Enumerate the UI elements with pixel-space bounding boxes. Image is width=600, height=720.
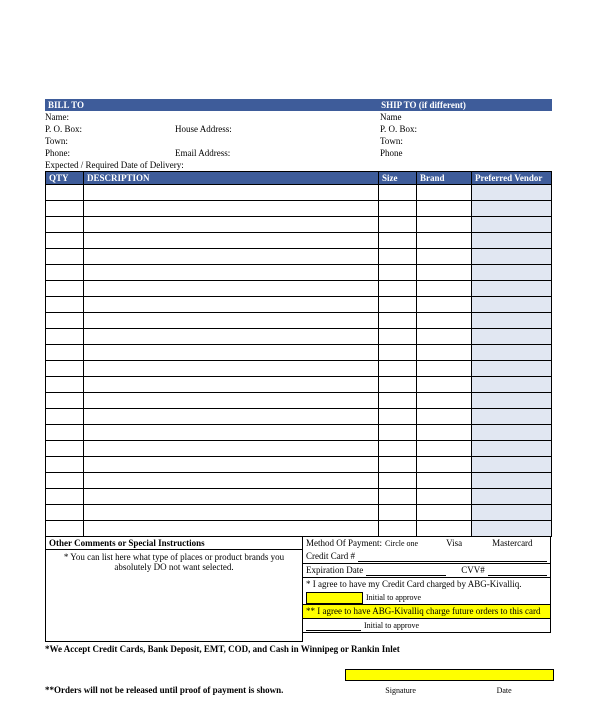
delivery-label: Expected / Required Date of Delivery: — [45, 159, 552, 171]
table-row[interactable] — [46, 361, 552, 377]
table-row[interactable] — [46, 281, 552, 297]
table-row[interactable] — [46, 265, 552, 281]
col-vendor: Preferred Vendor — [472, 172, 552, 185]
col-brand: Brand — [417, 172, 472, 185]
comments-box[interactable]: * You can list here what type of places … — [45, 549, 303, 642]
comments-text: * You can list here what type of places … — [64, 552, 284, 572]
date-label: Date — [497, 686, 512, 695]
billto-house: House Address: — [175, 123, 380, 135]
shipto-town: Town: — [380, 135, 552, 147]
exp-field[interactable] — [366, 565, 446, 576]
cc-field[interactable] — [358, 551, 547, 562]
table-row[interactable] — [46, 345, 552, 361]
table-row[interactable] — [46, 377, 552, 393]
table-row[interactable] — [46, 233, 552, 249]
cvv-field[interactable] — [488, 565, 547, 576]
table-row[interactable] — [46, 217, 552, 233]
table-header-row: QTY DESCRIPTION Size Brand Preferred Ven… — [46, 172, 552, 185]
items-table: QTY DESCRIPTION Size Brand Preferred Ven… — [45, 171, 552, 537]
table-row[interactable] — [46, 441, 552, 457]
billto-town: Town: — [45, 135, 380, 147]
table-row[interactable] — [46, 473, 552, 489]
table-row[interactable] — [46, 457, 552, 473]
shipto-po: P. O. Box: — [380, 123, 552, 135]
table-row[interactable] — [46, 249, 552, 265]
table-row[interactable] — [46, 409, 552, 425]
signature-field[interactable] — [345, 669, 554, 681]
billto-phone: Phone: — [45, 147, 175, 159]
table-row[interactable] — [46, 425, 552, 441]
billto-po: P. O. Box: — [45, 123, 175, 135]
table-row[interactable] — [46, 329, 552, 345]
billto-email: Email Address: — [175, 147, 380, 159]
agree1: * I agree to have my Credit Card charged… — [306, 578, 522, 591]
agree2: ** I agree to have ABG-Kivalliq charge f… — [306, 605, 541, 618]
payment-method-label: Method Of Payment: — [306, 537, 382, 550]
payment-circle: Circle one — [385, 537, 418, 550]
cc-label: Credit Card # — [306, 550, 355, 563]
initial1-label: Initial to approve — [366, 591, 421, 604]
table-row[interactable] — [46, 201, 552, 217]
col-size: Size — [379, 172, 417, 185]
table-row[interactable] — [46, 505, 552, 521]
payment-mastercard[interactable]: Mastercard — [492, 537, 532, 550]
exp-label: Expiration Date — [306, 564, 363, 577]
signature-label: Signature — [385, 686, 416, 695]
billto-name: Name: — [45, 111, 380, 123]
initial2-field[interactable] — [306, 620, 361, 631]
release-note: **Orders will not be released until proo… — [45, 685, 345, 695]
table-row[interactable] — [46, 393, 552, 409]
shipto-name: Name — [380, 111, 552, 123]
table-row[interactable] — [46, 313, 552, 329]
cvv-label: CVV# — [461, 564, 485, 577]
payment-visa[interactable]: Visa — [446, 537, 462, 550]
comments-title: Other Comments or Special Instructions — [45, 536, 303, 549]
col-desc: DESCRIPTION — [84, 172, 379, 185]
accept-note: *We Accept Credit Cards, Bank Deposit, E… — [45, 644, 552, 654]
col-qty: QTY — [46, 172, 84, 185]
table-row[interactable] — [46, 185, 552, 201]
address-headers: BILL TO SHIP TO (if different) — [45, 99, 552, 111]
initial2-label: Initial to approve — [364, 619, 419, 632]
table-row[interactable] — [46, 521, 552, 537]
shipto-phone: Phone — [380, 147, 552, 159]
initial1-field[interactable] — [306, 592, 363, 604]
table-row[interactable] — [46, 489, 552, 505]
shipto-header: SHIP TO (if different) — [378, 99, 552, 111]
table-row[interactable] — [46, 297, 552, 313]
billto-header: BILL TO — [45, 99, 378, 111]
